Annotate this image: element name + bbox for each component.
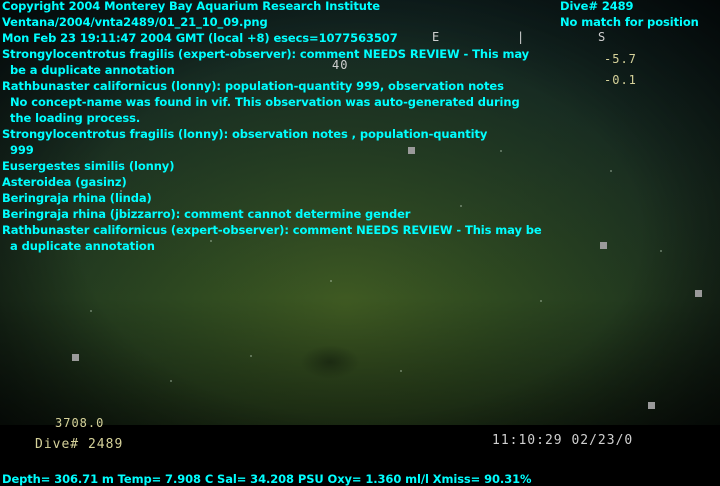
marine-snow-particle [400, 370, 402, 372]
annotation-line: Eusergestes similis (lonny) [2, 159, 175, 173]
marine-snow-particle [660, 250, 662, 252]
video-artifact [600, 242, 607, 249]
position-status: No match for position [560, 15, 699, 29]
copyright-text: Copyright 2004 Monterey Bay Aquarium Res… [2, 0, 380, 13]
file-path: Ventana/2004/vnta2489/01_21_10_09.png [2, 15, 268, 29]
annotation-line: the loading process. [10, 111, 141, 125]
annotation-line: Beringraja rhina (jbizzarro): comment ca… [2, 207, 411, 221]
compass-s-label: S [598, 30, 607, 44]
sensor-readout: Depth= 306.71 m Temp= 7.908 C Sal= 34.20… [2, 472, 532, 486]
annotation-line: 999 [10, 143, 34, 157]
dive-burn-label: Dive# 2489 [35, 437, 124, 452]
annotation-line: a duplicate annotation [10, 239, 155, 253]
annotation-line: Rathbunaster californicus (expert-observ… [2, 223, 542, 237]
marine-snow-particle [540, 300, 542, 302]
video-artifact [408, 147, 415, 154]
annotation-line: No concept-name was found in vif. This o… [10, 95, 520, 109]
annotation-line: be a duplicate annotation [10, 63, 175, 77]
marine-snow-particle [610, 170, 612, 172]
annotation-line: Rathbunaster californicus (lonny): popul… [2, 79, 504, 93]
marine-snow-particle [210, 240, 212, 242]
compass-tick: | [517, 30, 526, 44]
annotation-line: Asteroidea (gasinz) [2, 175, 127, 189]
roll-readout: -0.1 [604, 73, 637, 87]
dive-number: Dive# 2489 [560, 0, 634, 13]
marine-snow-particle [170, 380, 172, 382]
compass-e-label: E [432, 30, 441, 44]
video-frame: E S | 40 -5.7 -0.1 3708.0 Dive# 2489 11:… [0, 0, 720, 486]
pitch-readout: -5.7 [604, 52, 637, 66]
annotation-line: Strongylocentrotus fragilis (expert-obse… [2, 47, 530, 61]
video-artifact [695, 290, 702, 297]
marine-snow-particle [90, 310, 92, 312]
annotation-line: Strongylocentrotus fragilis (lonny): obs… [2, 127, 488, 141]
clock-burn-readout: 11:10:29 02/23/0 [492, 433, 634, 448]
marine-snow-particle [460, 205, 462, 207]
video-artifact [648, 402, 655, 409]
video-artifact [72, 354, 79, 361]
marine-snow-particle [500, 150, 502, 152]
marine-snow-particle [330, 280, 332, 282]
timestamp-line: Mon Feb 23 19:11:47 2004 GMT (local +8) … [2, 31, 398, 45]
depth-burn-readout: 3708.0 [55, 416, 105, 430]
annotation-line: Beringraja rhina (linda) [2, 191, 152, 205]
marine-snow-particle [250, 355, 252, 357]
